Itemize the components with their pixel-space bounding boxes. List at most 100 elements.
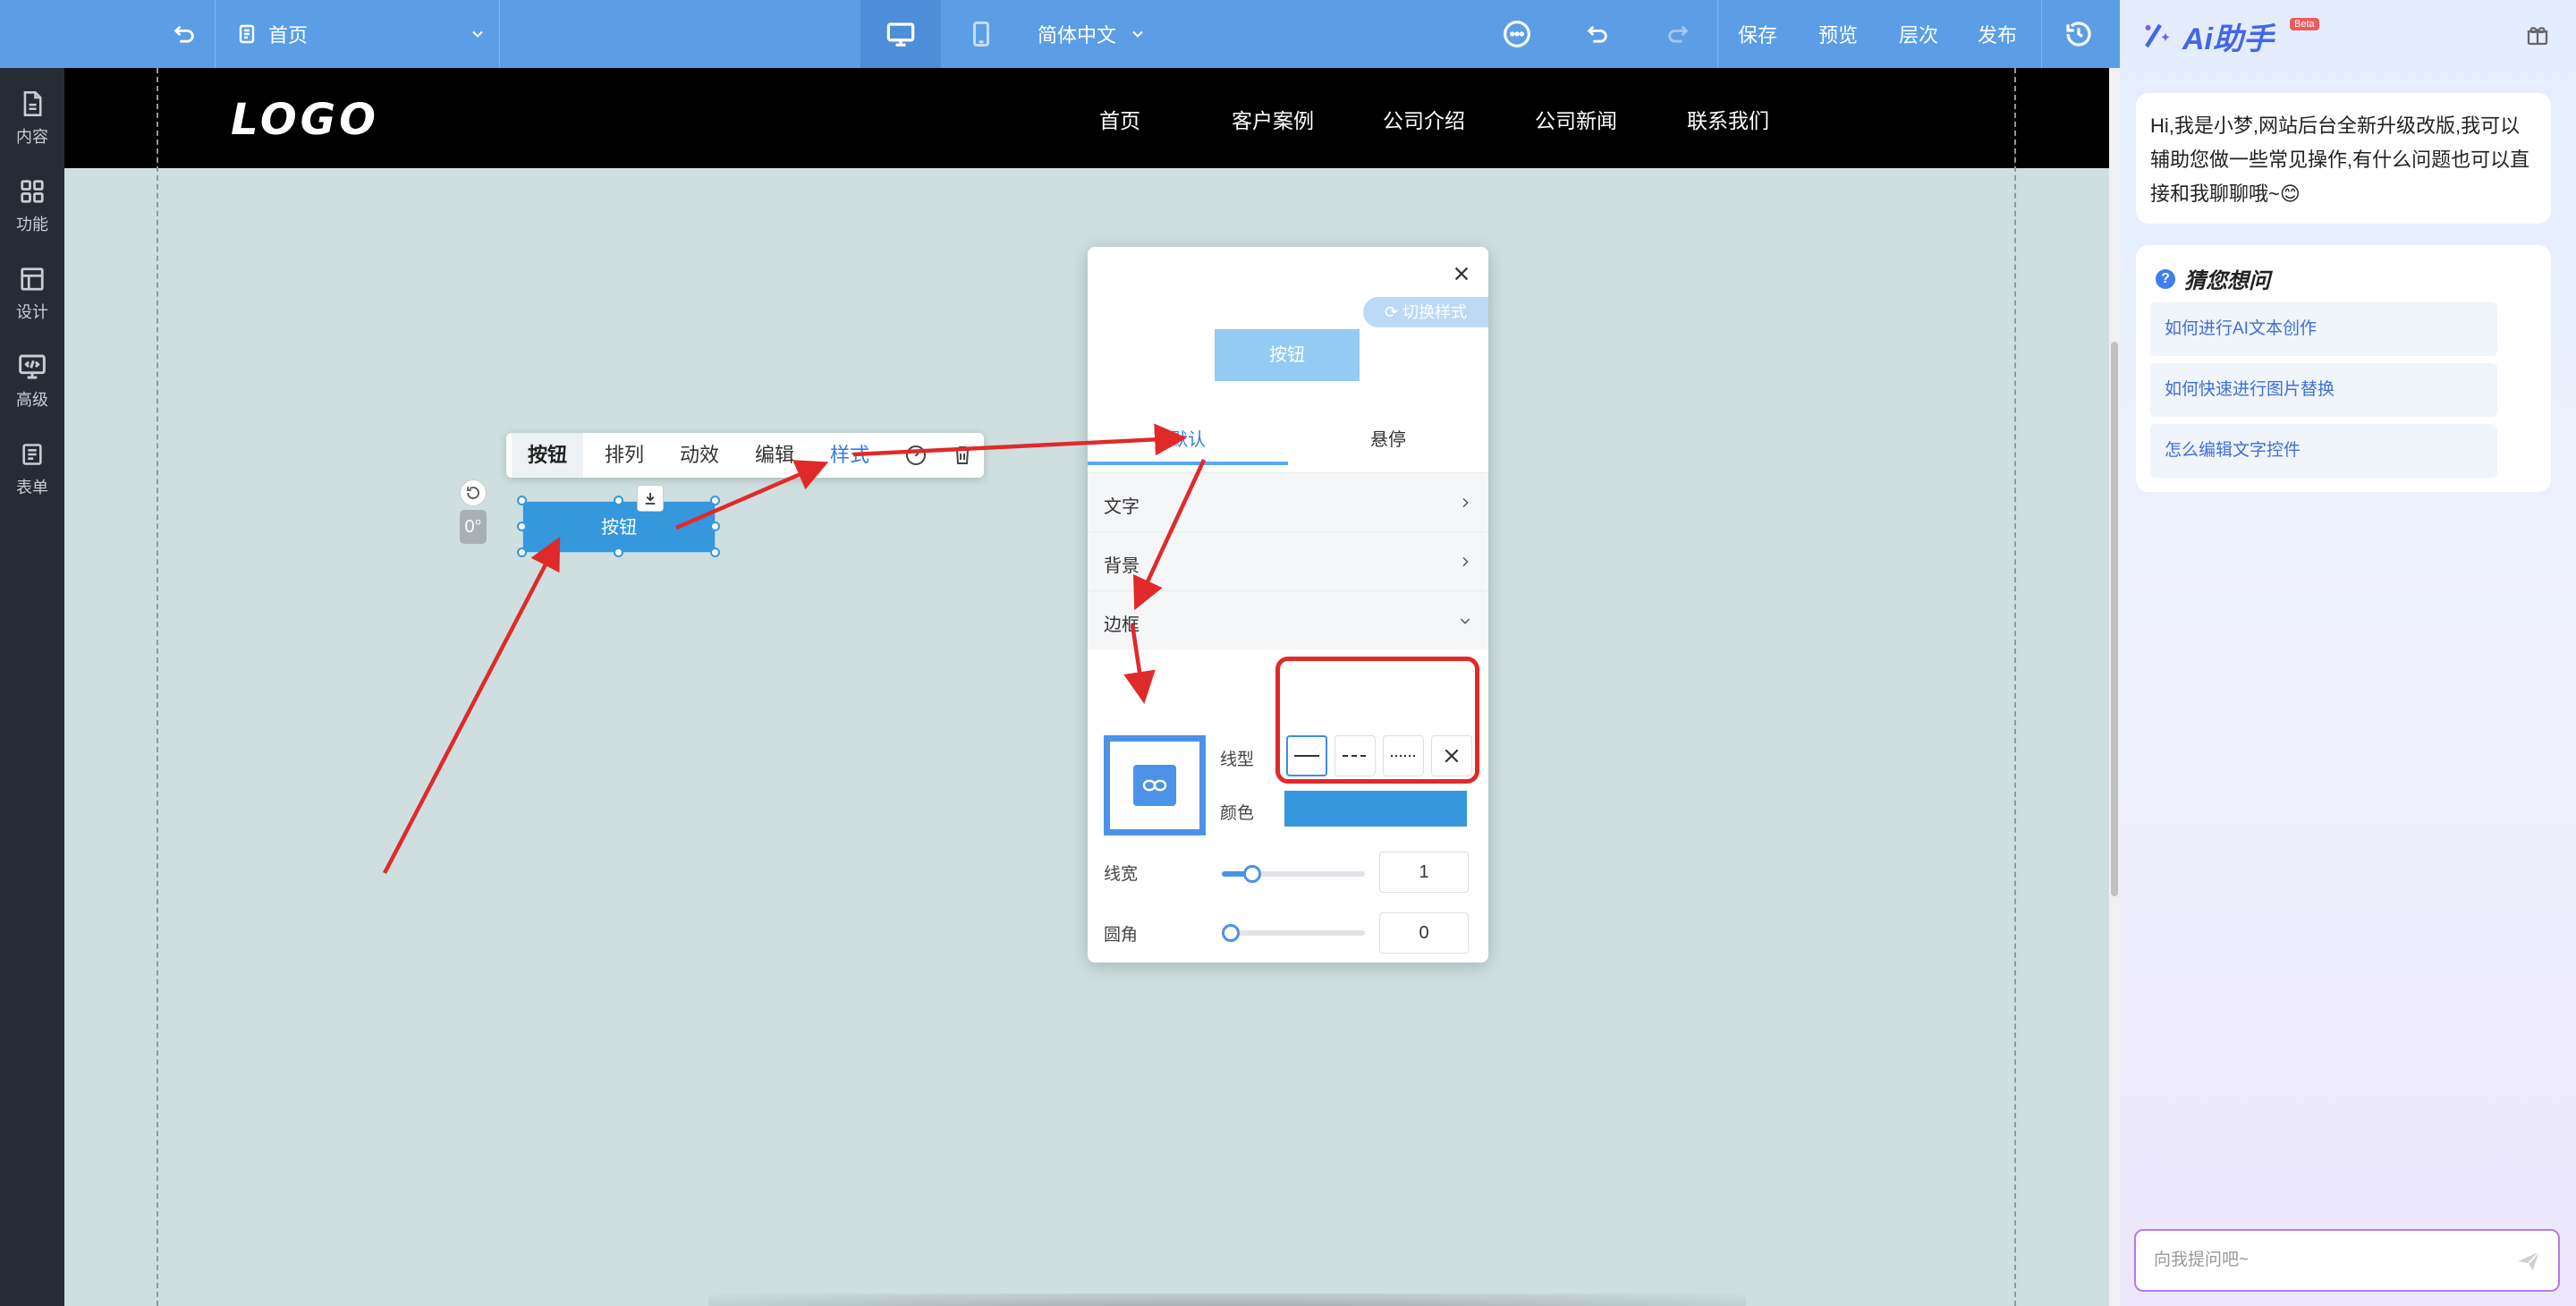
- code-monitor-icon: [19, 354, 46, 379]
- border-side-selector[interactable]: [1104, 735, 1206, 835]
- ai-assistant-panel: Ai助手 Beta Hi,我是小梦,网站后台全新升级改版,我可以辅助您做一些常见…: [2120, 0, 2576, 1306]
- canvas-scrollbar[interactable]: [2109, 68, 2120, 1306]
- switch-style-label: 切换样式: [1402, 303, 1468, 321]
- desktop-view-button[interactable]: [860, 0, 941, 68]
- tab-default[interactable]: 默认: [1088, 426, 1288, 465]
- save-button[interactable]: 保存: [1726, 0, 1789, 68]
- suggestion-item[interactable]: 如何快速进行图片替换: [2150, 363, 2497, 417]
- style-panel: ⟳ 切换样式 按钮 默认 悬停 文字 背景 边框 线型 颜色 线宽 1 圆角 0: [1088, 247, 1488, 963]
- chevron-right-icon: [1462, 556, 1469, 567]
- toolbar-tab-button[interactable]: 按钮: [512, 433, 583, 478]
- resize-handle[interactable]: [614, 496, 623, 505]
- download-button[interactable]: [637, 485, 664, 512]
- history-button[interactable]: [2050, 0, 2107, 68]
- page-icon: [239, 24, 255, 44]
- suggestions-title: 猜您想问: [2184, 269, 2270, 293]
- nav-item-about[interactable]: 公司介绍: [1383, 104, 1465, 134]
- border-color-picker[interactable]: [1284, 791, 1467, 827]
- resize-handle[interactable]: [517, 496, 527, 505]
- section-background[interactable]: 背景: [1088, 531, 1488, 590]
- ai-title: Ai助手: [2141, 16, 2274, 56]
- suggestion-item[interactable]: 如何进行AI文本创作: [2150, 302, 2497, 356]
- publish-button[interactable]: 发布: [1966, 0, 2029, 68]
- download-icon: [645, 493, 656, 505]
- slider-knob[interactable]: [1222, 924, 1240, 942]
- selected-button-element[interactable]: 按钮: [522, 501, 716, 553]
- nav-item-news[interactable]: 公司新闻: [1535, 104, 1617, 134]
- line-width-label: 线宽: [1104, 865, 1139, 884]
- beta-badge: Beta: [2290, 18, 2319, 30]
- radius-label: 圆角: [1104, 926, 1139, 945]
- page-selector[interactable]: 首页: [236, 0, 487, 68]
- nav-item-contact[interactable]: 联系我们: [1687, 104, 1769, 134]
- resize-handle[interactable]: [614, 547, 623, 557]
- preview-button[interactable]: 预览: [1807, 0, 1869, 68]
- switch-style-button[interactable]: ⟳ 切换样式: [1363, 297, 1488, 327]
- line-width-input[interactable]: 1: [1379, 852, 1469, 893]
- section-border[interactable]: 边框: [1088, 590, 1488, 649]
- element-toolbar: 按钮 排列 动效 编辑 样式: [506, 433, 984, 478]
- close-button[interactable]: [1447, 259, 1476, 288]
- toolbar-tab-edit[interactable]: 编辑: [739, 433, 810, 478]
- toolbar-tab-animation[interactable]: 动效: [664, 433, 735, 478]
- gift-button[interactable]: [2524, 21, 2551, 53]
- ai-input-box: [2134, 1229, 2560, 1292]
- tab-hover[interactable]: 悬停: [1288, 426, 1488, 465]
- rotation-angle: 0°: [460, 510, 487, 544]
- undo-button[interactable]: [1571, 0, 1624, 68]
- redo-button[interactable]: [1651, 0, 1705, 68]
- link-icon: [1142, 779, 1167, 792]
- annotation-highlight-box: [1275, 657, 1479, 784]
- sidebar-item-functions[interactable]: 功能: [0, 166, 64, 247]
- ai-question-input[interactable]: [2154, 1231, 2494, 1290]
- mobile-view-button[interactable]: [941, 0, 1021, 68]
- sidebar-item-forms[interactable]: 表单: [0, 429, 64, 510]
- toolbar-tab-style[interactable]: 样式: [814, 433, 886, 478]
- sidebar-item-label: 内容: [16, 128, 48, 146]
- color-label: 颜色: [1220, 804, 1255, 823]
- language-selector[interactable]: 简体中文: [1038, 0, 1163, 68]
- radius-input[interactable]: 0: [1379, 912, 1469, 954]
- help-button[interactable]: [905, 445, 927, 466]
- link-sides-toggle[interactable]: [1133, 765, 1176, 806]
- section-label: 背景: [1104, 556, 1140, 576]
- suggestion-item[interactable]: 怎么编辑文字控件: [2150, 424, 2497, 478]
- back-button[interactable]: [157, 0, 211, 68]
- undo-icon: [1587, 25, 1607, 43]
- section-text[interactable]: 文字: [1088, 472, 1488, 531]
- site-logo[interactable]: LOGO: [231, 95, 379, 145]
- radius-slider[interactable]: [1222, 924, 1365, 942]
- sidebar-item-content[interactable]: 内容: [0, 79, 64, 159]
- resize-handle[interactable]: [517, 522, 527, 531]
- resize-handle[interactable]: [517, 547, 527, 557]
- layout-icon: [21, 267, 44, 291]
- scroll-thumb[interactable]: [2111, 342, 2118, 896]
- send-button[interactable]: [2515, 1249, 2542, 1274]
- resize-handle[interactable]: [710, 496, 720, 505]
- slider-knob[interactable]: [1243, 865, 1261, 883]
- question-icon: ?: [2156, 268, 2175, 289]
- close-icon: [1454, 267, 1469, 281]
- section-label: 边框: [1104, 615, 1140, 635]
- more-button[interactable]: [1490, 0, 1544, 68]
- delete-button[interactable]: [952, 445, 973, 466]
- nav-item-home[interactable]: 首页: [1099, 104, 1140, 134]
- sidebar-item-advanced[interactable]: 高级: [0, 342, 64, 422]
- site-header[interactable]: LOGO 首页 客户案例 公司介绍 公司新闻 联系我们: [64, 68, 2109, 168]
- more-dots-icon: [1504, 21, 1530, 47]
- history-icon: [2066, 21, 2091, 47]
- resize-handle[interactable]: [710, 547, 720, 557]
- toolbar-tab-arrange[interactable]: 排列: [589, 433, 660, 478]
- section-label: 文字: [1104, 497, 1140, 517]
- rotate-button[interactable]: [460, 479, 487, 506]
- editor-canvas[interactable]: LOGO 首页 客户案例 公司介绍 公司新闻 联系我们 按钮 排列 动效 编辑 …: [64, 68, 2109, 1306]
- sidebar-item-design[interactable]: 设计: [0, 254, 64, 335]
- ai-greeting-message: Hi,我是小梦,网站后台全新升级改版,我可以辅助您做一些常见操作,有什么问题也可…: [2136, 93, 2551, 224]
- nav-item-cases[interactable]: 客户案例: [1232, 104, 1314, 134]
- chevron-right-icon: [1462, 497, 1469, 508]
- line-width-slider[interactable]: [1222, 865, 1365, 883]
- resize-handle[interactable]: [710, 522, 720, 531]
- layers-button[interactable]: 层次: [1887, 0, 1950, 68]
- ai-sparkle-icon: [2145, 23, 2170, 48]
- page-name: 首页: [268, 24, 309, 47]
